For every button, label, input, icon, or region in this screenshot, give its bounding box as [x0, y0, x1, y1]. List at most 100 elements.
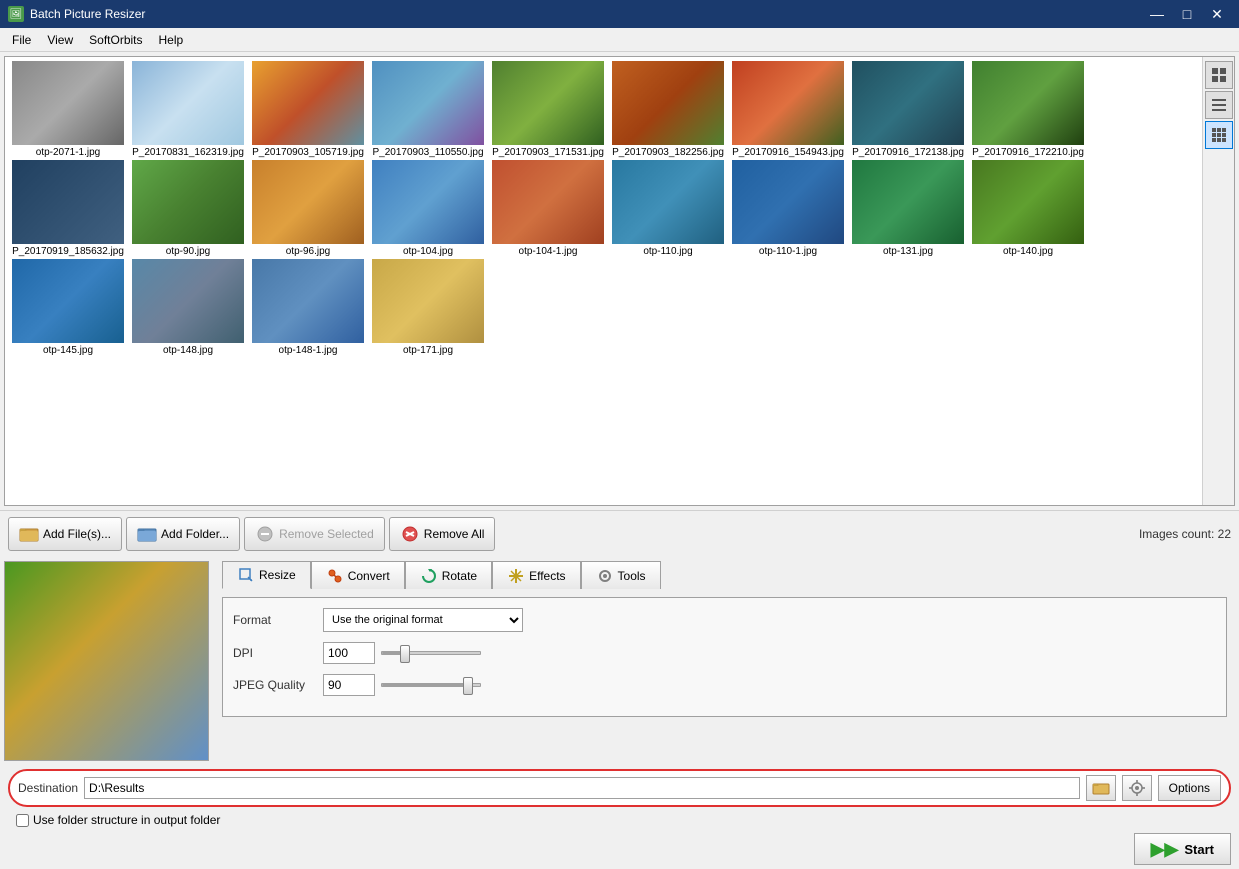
image-thumbnail [12, 160, 124, 244]
images-count: Images count: 22 [1139, 527, 1231, 541]
destination-input[interactable]: D:\Results [84, 777, 1080, 799]
image-filename: P_20170916_172138.jpg [852, 147, 964, 158]
tab-convert[interactable]: Convert [311, 561, 405, 589]
list-item[interactable]: P_20170916_172210.jpg [969, 61, 1087, 158]
remove-all-button[interactable]: Remove All [389, 517, 496, 551]
view-list-button[interactable] [1205, 91, 1233, 119]
view-grid-button[interactable] [1205, 121, 1233, 149]
folder-structure-row: Use folder structure in output folder [0, 811, 1239, 829]
list-item[interactable]: P_20170903_110550.jpg [369, 61, 487, 158]
list-item[interactable]: P_20170916_172138.jpg [849, 61, 967, 158]
tab-rotate[interactable]: Rotate [405, 561, 492, 589]
image-thumbnail [12, 259, 124, 343]
menu-view[interactable]: View [39, 28, 81, 51]
image-thumbnail [612, 160, 724, 244]
start-area: ▶▶ Start [0, 829, 1239, 869]
resize-icon [237, 566, 255, 584]
image-filename: otp-140.jpg [1003, 246, 1053, 257]
dpi-slider[interactable] [381, 651, 481, 655]
image-filename: otp-110-1.jpg [759, 246, 817, 257]
tab-resize-label: Resize [259, 568, 296, 582]
tab-resize[interactable]: Resize [222, 561, 311, 589]
jpeg-quality-slider-thumb[interactable] [463, 677, 473, 695]
jpeg-quality-input[interactable]: 90 [323, 674, 375, 696]
list-item[interactable]: otp-104.jpg [369, 160, 487, 257]
list-item[interactable]: otp-90.jpg [129, 160, 247, 257]
window-controls: — □ ✕ [1143, 4, 1231, 24]
dpi-control: 100 [323, 642, 481, 664]
start-arrow-icon: ▶▶ [1151, 839, 1179, 860]
preview-bg [5, 562, 208, 760]
list-item[interactable]: otp-140.jpg [969, 160, 1087, 257]
dpi-slider-thumb[interactable] [400, 645, 410, 663]
image-filename: otp-2071-1.jpg [36, 147, 101, 158]
start-button[interactable]: ▶▶ Start [1134, 833, 1231, 865]
close-button[interactable]: ✕ [1203, 4, 1231, 24]
preview-image [4, 561, 209, 761]
remove-selected-button[interactable]: Remove Selected [244, 517, 385, 551]
dpi-label: DPI [233, 646, 323, 660]
list-item[interactable]: otp-104-1.jpg [489, 160, 607, 257]
list-item[interactable]: P_20170903_105719.jpg [249, 61, 367, 158]
menu-file[interactable]: File [4, 28, 39, 51]
add-folder-icon [137, 524, 157, 544]
image-grid: otp-2071-1.jpgP_20170831_162319.jpgP_201… [5, 57, 1202, 505]
destination-folder-button[interactable] [1086, 775, 1116, 801]
destination-bar: Destination D:\Results Options [8, 769, 1231, 807]
image-filename: P_20170903_105719.jpg [252, 147, 364, 158]
image-filename: otp-104-1.jpg [519, 246, 578, 257]
list-item[interactable]: P_20170903_182256.jpg [609, 61, 727, 158]
dpi-input[interactable]: 100 [323, 642, 375, 664]
folder-structure-checkbox[interactable] [16, 814, 29, 827]
image-grid-container: otp-2071-1.jpgP_20170831_162319.jpgP_201… [4, 56, 1235, 506]
menu-help[interactable]: Help [151, 28, 192, 51]
list-item[interactable]: P_20170903_171531.jpg [489, 61, 607, 158]
tab-tools[interactable]: Tools [581, 561, 661, 589]
remove-selected-icon [255, 524, 275, 544]
tab-effects[interactable]: Effects [492, 561, 580, 589]
list-item[interactable]: P_20170919_185632.jpg [9, 160, 127, 257]
image-thumbnail [612, 61, 724, 145]
add-folder-label: Add Folder... [161, 527, 229, 541]
jpeg-quality-row: JPEG Quality 90 [233, 674, 1216, 696]
maximize-button[interactable]: □ [1173, 4, 1201, 24]
list-item[interactable]: otp-148.jpg [129, 259, 247, 356]
image-thumbnail [852, 61, 964, 145]
view-large-icon-button[interactable] [1205, 61, 1233, 89]
options-button[interactable]: Options [1158, 775, 1221, 801]
list-item[interactable]: otp-131.jpg [849, 160, 967, 257]
list-item[interactable]: otp-145.jpg [9, 259, 127, 356]
image-filename: otp-148-1.jpg [279, 345, 338, 356]
image-thumbnail [132, 61, 244, 145]
list-item[interactable]: otp-2071-1.jpg [9, 61, 127, 158]
effects-icon [507, 567, 525, 585]
files-toolbar: Add File(s)... Add Folder... Remove Sele… [0, 510, 1239, 557]
add-files-label: Add File(s)... [43, 527, 111, 541]
preview-panel [4, 561, 214, 761]
remove-selected-label: Remove Selected [279, 527, 374, 541]
minimize-button[interactable]: — [1143, 4, 1171, 24]
rotate-icon [420, 567, 438, 585]
list-item[interactable]: otp-110-1.jpg [729, 160, 847, 257]
image-filename: P_20170903_182256.jpg [612, 147, 724, 158]
jpeg-quality-slider-fill [382, 684, 465, 686]
list-item[interactable]: otp-148-1.jpg [249, 259, 367, 356]
list-item[interactable]: otp-110.jpg [609, 160, 727, 257]
list-item[interactable]: P_20170831_162319.jpg [129, 61, 247, 158]
format-select[interactable]: Use the original formatJPEGPNGBMPGIFTIFF [323, 608, 523, 632]
menu-softorbits[interactable]: SoftOrbits [81, 28, 150, 51]
list-item[interactable]: P_20170916_154943.jpg [729, 61, 847, 158]
destination-label: Destination [18, 781, 78, 795]
list-item[interactable]: otp-96.jpg [249, 160, 367, 257]
add-folder-button[interactable]: Add Folder... [126, 517, 240, 551]
jpeg-quality-slider[interactable] [381, 683, 481, 687]
jpeg-quality-control: 90 [323, 674, 481, 696]
format-label: Format [233, 613, 323, 627]
destination-gear-button[interactable] [1122, 775, 1152, 801]
window-title: Batch Picture Resizer [30, 7, 1143, 21]
list-item[interactable]: otp-171.jpg [369, 259, 487, 356]
image-filename: otp-110.jpg [643, 246, 692, 257]
settings-panel: Resize Convert Rotate [214, 561, 1235, 761]
add-files-button[interactable]: Add File(s)... [8, 517, 122, 551]
main-area: otp-2071-1.jpgP_20170831_162319.jpgP_201… [0, 52, 1239, 851]
